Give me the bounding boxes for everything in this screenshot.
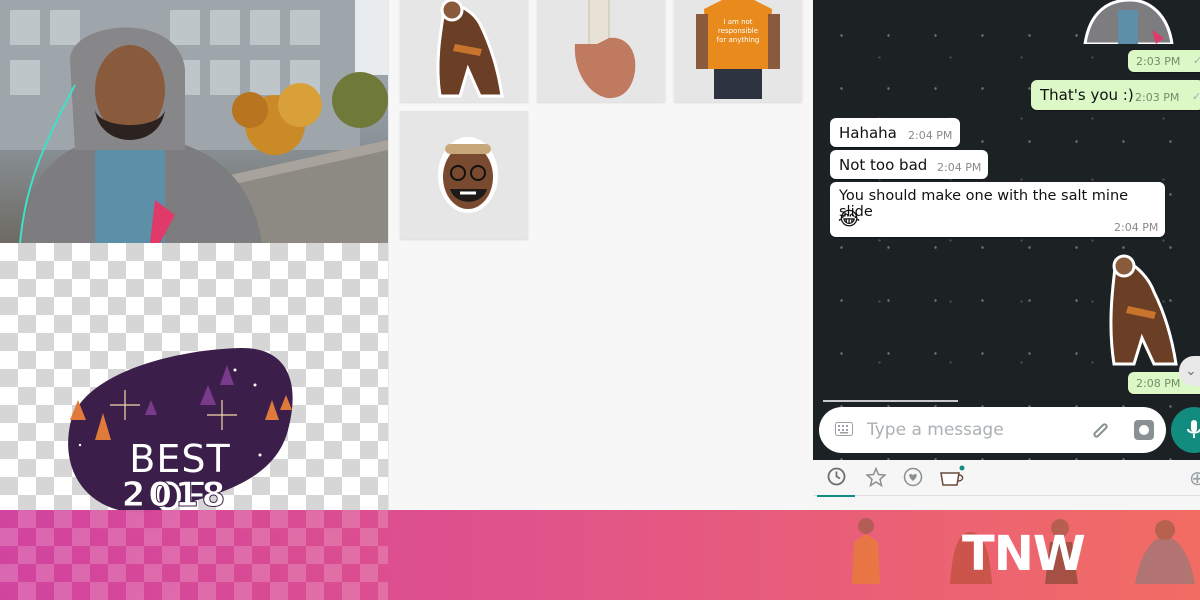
message-text: Not too bad	[839, 156, 928, 174]
svg-text:I am not: I am not	[723, 18, 752, 26]
keyboard-icon[interactable]	[835, 422, 853, 436]
message-text: That's you :)	[1040, 86, 1134, 104]
tab-recent[interactable]	[817, 460, 855, 497]
message-bubble-outgoing[interactable]: That's you :) 2:03 PM ✓✓	[1031, 80, 1200, 110]
tears-of-joy-emoji: 😂	[838, 208, 861, 230]
sticker-tile-hand-bottle[interactable]	[537, 0, 665, 102]
badge-year: 2018	[121, 475, 229, 515]
message-time: 2:04 PM	[1114, 221, 1159, 234]
message-timestamp-bubble: 2:03 PM ✓✓	[1128, 50, 1200, 72]
person-photo	[0, 0, 388, 243]
read-receipt-icon: ✓✓	[1192, 90, 1200, 103]
cup-icon[interactable]	[938, 465, 966, 489]
message-time: 2:04 PM	[908, 129, 953, 142]
clock-icon	[827, 467, 846, 486]
message-text: You should make one with the salt mine s…	[839, 188, 1129, 220]
message-input[interactable]: Type a message	[867, 420, 1004, 440]
star-icon[interactable]	[866, 467, 886, 487]
sticker-tile-sitting-figure[interactable]	[400, 0, 528, 102]
microphone-icon	[1187, 420, 1200, 438]
message-bubble-incoming[interactable]: Hahaha 2:04 PM	[830, 118, 960, 147]
banner-pattern	[0, 510, 388, 600]
svg-text:responsible: responsible	[718, 27, 758, 35]
sticker-tray-tabs: ⊕	[813, 460, 1200, 497]
read-receipt-icon: ✓✓	[1193, 54, 1200, 67]
drag-handle	[823, 400, 958, 402]
message-bubble-incoming[interactable]: You should make one with the salt mine s…	[830, 182, 1165, 237]
add-icon[interactable]: ⊕	[1189, 466, 1200, 491]
message-time: 2:03 PM	[1135, 91, 1180, 104]
sticker-tile-orange-shirt[interactable]: I am not responsible for anything	[674, 0, 802, 102]
sticker-tile-face-glasses[interactable]	[400, 111, 528, 239]
message-bubble-incoming[interactable]: Not too bad 2:04 PM	[830, 150, 988, 179]
heart-icon[interactable]	[903, 467, 923, 487]
camera-icon[interactable]	[1133, 419, 1155, 441]
message-time: 2:03 PM	[1136, 55, 1181, 68]
message-time: 2:04 PM	[937, 161, 982, 174]
message-sticker[interactable]	[1098, 246, 1183, 371]
svg-text:for anything: for anything	[717, 36, 760, 44]
message-sticker[interactable]	[1080, 0, 1175, 44]
tnw-logo: TNW	[962, 526, 1086, 582]
chevron-down-icon: ⌄	[1185, 363, 1197, 378]
message-time: 2:08 PM	[1136, 377, 1181, 390]
message-composer[interactable]: Type a message	[819, 407, 1166, 453]
message-text: Hahaha	[839, 124, 897, 142]
attach-icon[interactable]	[1090, 419, 1112, 441]
